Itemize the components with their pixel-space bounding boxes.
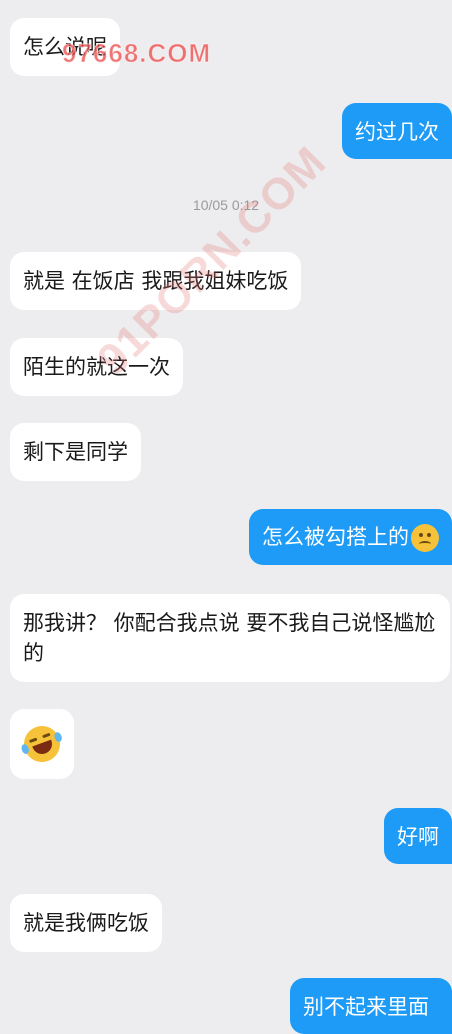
message-received[interactable]: 就是我俩吃饭	[10, 894, 162, 952]
message-received[interactable]: 剩下是同学	[10, 423, 141, 481]
message-received-emoji[interactable]	[10, 709, 74, 779]
message-text: 就是我俩吃饭	[23, 911, 149, 935]
message-text: 好啊	[397, 825, 439, 849]
message-received[interactable]: 那我讲？ 你配合我点说 要不我自己说怪尴尬的	[10, 594, 450, 682]
message-received[interactable]: 陌生的就这一次	[10, 338, 183, 396]
message-sent[interactable]: 别不起来里面	[290, 978, 452, 1034]
message-text: 那我讲？ 你配合我点说 要不我自己说怪尴尬的	[23, 611, 436, 665]
message-sent[interactable]: 好啊	[384, 808, 452, 864]
message-text: 怎么说呢	[23, 35, 107, 59]
message-timestamp: 10/05 0:12	[192, 197, 260, 213]
laughing-tears-icon	[18, 720, 66, 768]
message-sent[interactable]: 怎么被勾搭上的	[249, 509, 452, 565]
message-text: 怎么被勾搭上的	[262, 525, 409, 549]
chat-conversation: 怎么说呢 约过几次 10/05 0:12 就是 在饭店 我跟我姐妹吃饭 陌生的就…	[0, 0, 452, 1034]
message-sent[interactable]: 约过几次	[342, 103, 452, 159]
message-received[interactable]: 怎么说呢	[10, 18, 120, 76]
message-text: 陌生的就这一次	[23, 355, 170, 379]
message-text: 约过几次	[355, 120, 439, 144]
message-received[interactable]: 就是 在饭店 我跟我姐妹吃饭	[10, 252, 302, 310]
worried-face-icon	[411, 524, 439, 552]
message-text: 别不起来里面	[303, 995, 429, 1019]
message-text: 就是 在饭店 我跟我姐妹吃饭	[23, 269, 289, 293]
message-text: 剩下是同学	[23, 440, 128, 464]
